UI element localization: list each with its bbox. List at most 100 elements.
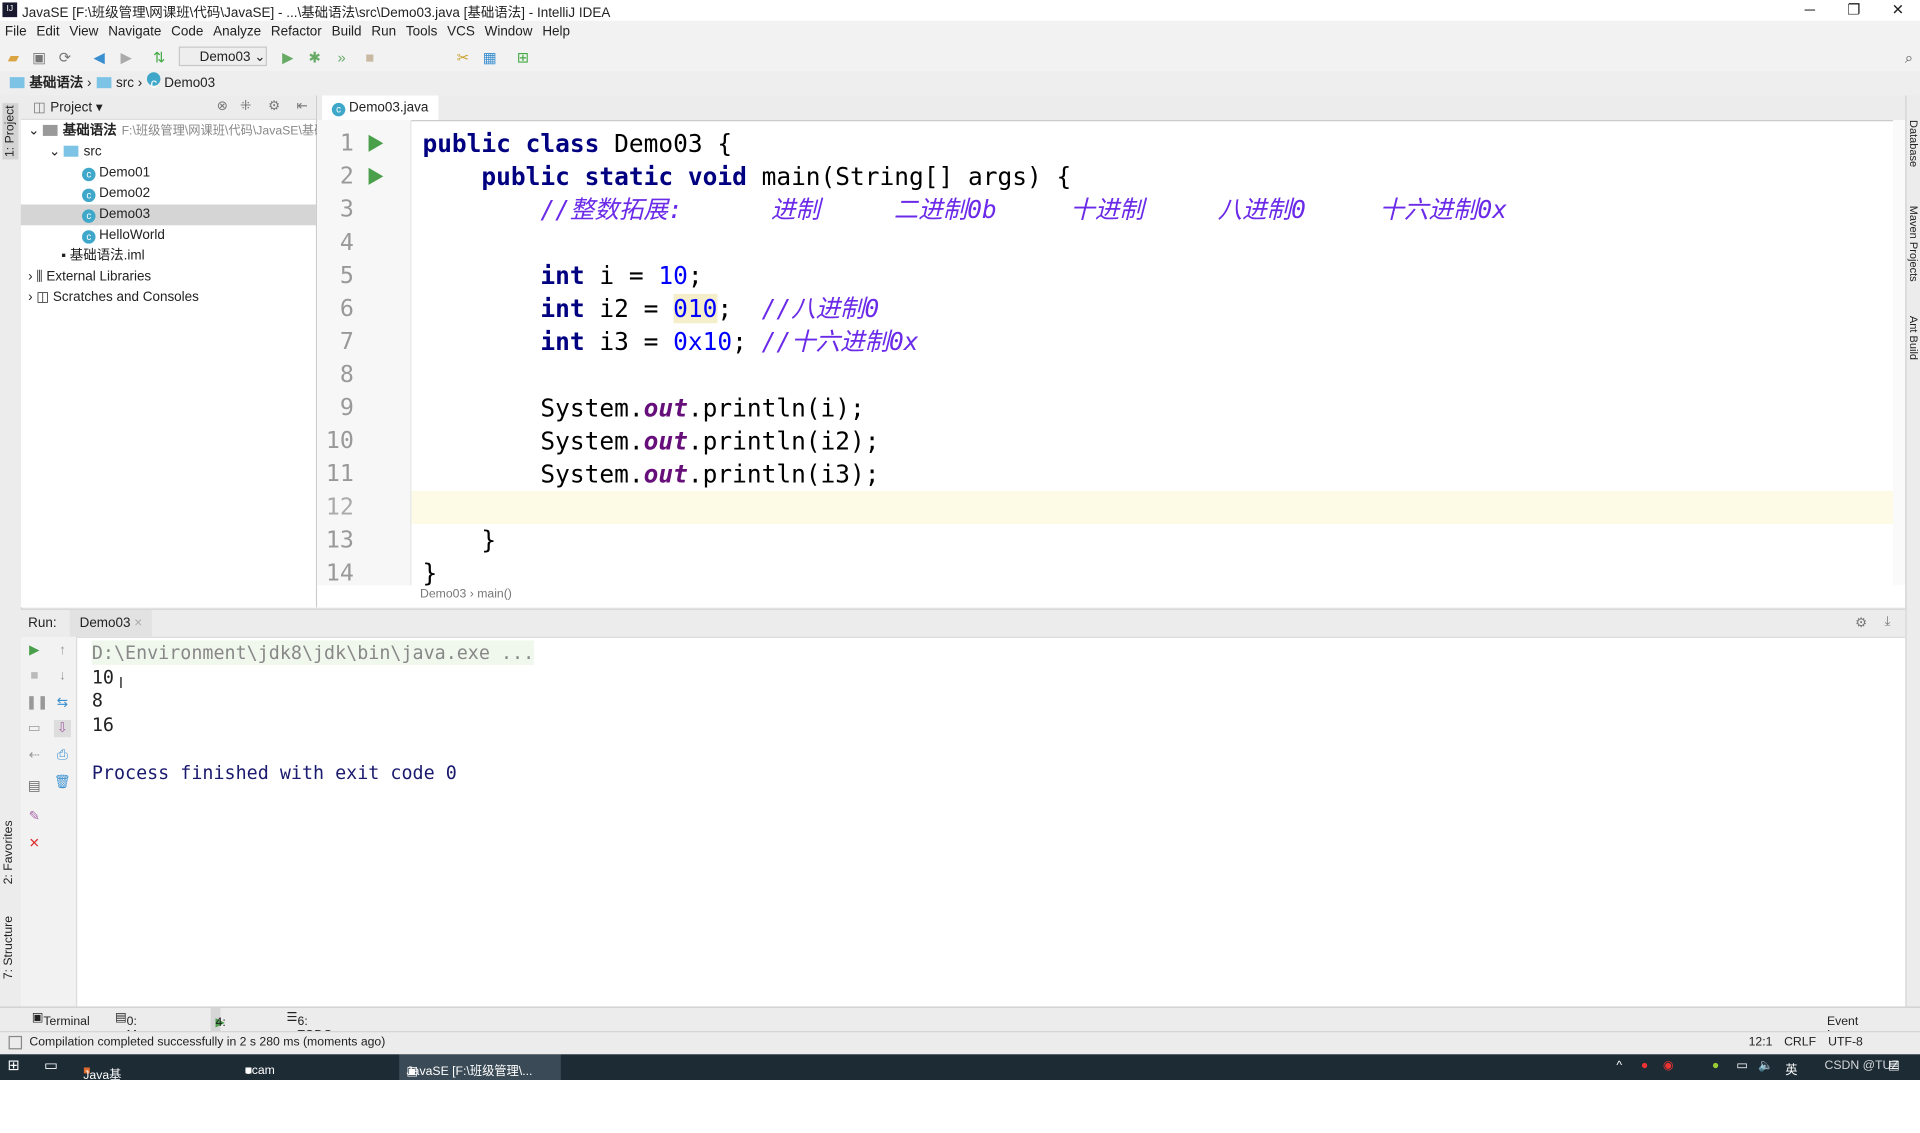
editor-scrollbar[interactable] (1893, 120, 1906, 586)
favorites-tool-button[interactable]: 2: Favorites (2, 820, 15, 884)
notification-icon[interactable]: ▤ (1888, 1059, 1900, 1072)
layout-icon[interactable]: ▤ (26, 778, 43, 795)
search-icon[interactable]: ⌕ (1900, 49, 1917, 66)
build-icon[interactable]: ⇅ (151, 49, 168, 66)
locate-icon[interactable]: ⊗ (217, 98, 228, 114)
exit-icon[interactable]: ⇠ (26, 747, 43, 764)
maximize-button[interactable]: ❐ (1832, 0, 1876, 21)
project-structure-icon[interactable]: ▦ (481, 49, 498, 66)
tree-item[interactable]: › ⫼ External Libraries (21, 267, 316, 288)
structure-tool-button[interactable]: 7: Structure (2, 916, 15, 979)
chevron-down-icon[interactable]: ⌄ (49, 144, 64, 159)
up-icon[interactable]: ↑ (54, 642, 71, 659)
task-view-icon[interactable]: ▭ (44, 1057, 58, 1074)
menu-navigate[interactable]: Navigate (103, 21, 166, 44)
pause-icon[interactable]: ❚❚ (26, 694, 49, 711)
close-button[interactable]: ✕ (1876, 0, 1920, 21)
tree-item[interactable]: ⌄ 基础语法 F:\班级管理\网课班\代码\JavaSE\基础 (21, 121, 326, 142)
project-view-select[interactable]: Project ▾ (50, 99, 102, 115)
run-icon[interactable]: ▶ (279, 49, 296, 66)
forward-icon[interactable]: ▶ (118, 49, 135, 66)
tray-app-icon[interactable]: ● (1641, 1059, 1648, 1072)
tab-messages[interactable]: ▤ 0: Messages (115, 1011, 182, 1042)
tray-record-icon[interactable]: ◉ (1663, 1059, 1674, 1072)
update-icon[interactable]: ⊞ (514, 49, 531, 66)
status-toggle-icon[interactable] (8, 1035, 23, 1050)
tree-item[interactable]: c Demo02 (21, 184, 316, 205)
tab-todo[interactable]: ☰ 6: TODO (287, 1011, 333, 1042)
chevron-right-icon[interactable]: › (28, 269, 36, 284)
menu-refactor[interactable]: Refactor (266, 21, 327, 44)
pin-icon[interactable]: ✎ (26, 808, 43, 825)
breadcrumb-item[interactable]: 基础语法 (9, 76, 83, 91)
tab-run[interactable]: ▶ 4: Run (210, 1007, 238, 1054)
volume-icon[interactable]: 🔈 (1758, 1059, 1773, 1072)
menu-window[interactable]: Window (480, 21, 538, 44)
settings-icon[interactable]: ✂ (454, 49, 471, 66)
run-gutter-icon[interactable] (368, 167, 384, 185)
tree-item[interactable]: c Demo01 (21, 163, 316, 184)
file-encoding[interactable]: UTF-8 (1828, 1036, 1863, 1049)
tab-demo03-java[interactable]: cDemo03.java × (322, 95, 439, 140)
code-area[interactable]: public class Demo03 { public static void… (422, 120, 1891, 588)
tab-terminal[interactable]: ▣ Terminal (32, 1011, 90, 1028)
tree-item[interactable]: c HelloWorld (21, 225, 316, 246)
tree-item[interactable]: ⌄ src (21, 142, 316, 163)
menu-edit[interactable]: Edit (32, 21, 65, 44)
run-configuration-select[interactable]: Demo03 ⌄ (178, 46, 267, 67)
menu-vcs[interactable]: VCS (442, 21, 480, 44)
ime-indicator[interactable]: 英 (1785, 1059, 1797, 1077)
tree-item[interactable]: c Demo03 (20, 204, 316, 226)
hide-panel-icon[interactable]: ⤓ (1884, 615, 1890, 631)
menu-analyze[interactable]: Analyze (208, 21, 266, 44)
menu-build[interactable]: Build (327, 21, 367, 44)
trash-icon[interactable]: 🗑 (54, 774, 71, 791)
open-icon[interactable]: ▰ (5, 49, 22, 66)
scroll-to-end-icon[interactable]: ⇩ (53, 720, 72, 738)
right-tool-maven-projects[interactable]: Maven Projects (1908, 206, 1920, 282)
tree-item[interactable]: › ◫ Scratches and Consoles (21, 288, 316, 309)
crumb-class[interactable]: Demo03 (420, 588, 466, 601)
menu-run[interactable]: Run (366, 21, 401, 44)
collapse-icon[interactable]: ⁜ (240, 98, 251, 114)
dump-threads-icon[interactable]: ▭ (26, 720, 43, 737)
rerun-icon[interactable]: ▶ (26, 642, 43, 659)
chevron-down-icon[interactable]: ⌄ (28, 124, 43, 139)
run-tab-demo03[interactable]: Demo03 × (69, 609, 152, 637)
tray-chevron-icon[interactable]: ^ (1616, 1059, 1622, 1072)
soft-wrap-icon[interactable]: ⇆ (54, 694, 71, 711)
debug-icon[interactable]: ✱ (306, 49, 323, 66)
minimize-button[interactable]: ─ (1788, 0, 1832, 21)
gear-icon[interactable]: ⚙ (268, 98, 280, 114)
save-icon[interactable]: ▣ (31, 49, 48, 66)
menu-file[interactable]: File (0, 21, 32, 44)
line-separator[interactable]: CRLF (1784, 1036, 1816, 1049)
chevron-right-icon[interactable]: › (28, 290, 36, 305)
close-run-tab-icon[interactable]: × (134, 616, 142, 631)
back-icon[interactable]: ◀ (91, 49, 108, 66)
caret-position[interactable]: 12:1 (1749, 1036, 1773, 1049)
network-icon[interactable]: ▭ (1736, 1059, 1748, 1072)
sync-icon[interactable]: ⟳ (56, 49, 73, 66)
crumb-method[interactable]: main() (477, 588, 512, 601)
stop-icon[interactable]: ■ (361, 49, 378, 66)
menu-tools[interactable]: Tools (401, 21, 442, 44)
stop-icon[interactable]: ■ (26, 667, 43, 684)
menu-help[interactable]: Help (537, 21, 575, 44)
windows-start-icon[interactable]: ⊞ (7, 1057, 19, 1074)
down-icon[interactable]: ↓ (54, 667, 71, 684)
right-tool-ant-build[interactable]: Ant Build (1908, 316, 1920, 360)
tree-item[interactable]: ▪ 基础语法.iml (21, 246, 316, 267)
project-tool-button[interactable]: 1: Project (2, 102, 19, 160)
breadcrumb-item[interactable]: c Demo03 (147, 72, 215, 92)
menu-view[interactable]: View (65, 21, 104, 44)
gear-icon[interactable]: ⚙ (1855, 615, 1867, 631)
tray-app-icon[interactable]: ● (1712, 1059, 1719, 1072)
right-tool-database[interactable]: Database (1908, 120, 1920, 167)
hide-icon[interactable]: ⇤ (296, 98, 307, 114)
menu-code[interactable]: Code (166, 21, 208, 44)
print-icon[interactable]: ⎙ (54, 747, 71, 764)
close-icon[interactable]: ✕ (26, 835, 43, 852)
taskbar-item-intellij[interactable]: ▣ JavaSE [F:\班级管理\... (399, 1054, 561, 1081)
run-gutter-icon[interactable] (368, 134, 384, 152)
